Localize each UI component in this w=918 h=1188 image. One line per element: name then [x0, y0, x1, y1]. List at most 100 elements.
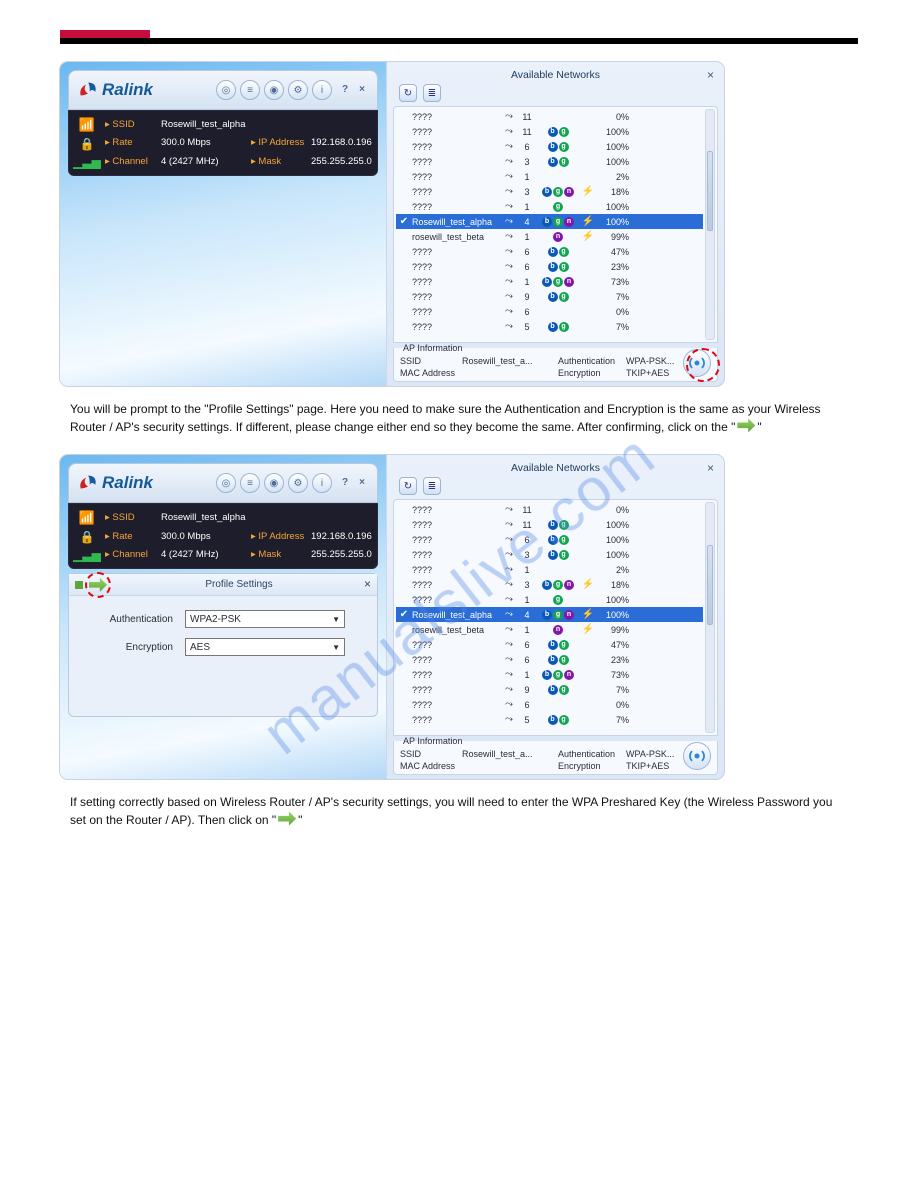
ip-value: 192.168.0.196	[311, 137, 395, 148]
network-row[interactable]: ????⤳3bg100%	[396, 154, 703, 169]
network-row[interactable]: ????⤳6bg100%	[396, 532, 703, 547]
signal-icon-2: ▁▃▅	[73, 548, 101, 562]
refresh-icon-2[interactable]: ↻	[399, 477, 417, 495]
network-row[interactable]: ????⤳1bgn73%	[396, 667, 703, 682]
network-row[interactable]: ????⤳9bg7%	[396, 289, 703, 304]
ap-information-panel-2: AP Information SSID Rosewill_test_a... A…	[393, 736, 718, 775]
mask-value: 255.255.255.0	[311, 156, 395, 167]
networks-table-2: ????⤳110%????⤳11bg100%????⤳6bg100%????⤳3…	[393, 499, 718, 736]
profile-close-icon[interactable]: ×	[364, 577, 371, 591]
auth-label: Authentication	[93, 614, 173, 625]
network-row[interactable]: ????⤳12%	[396, 169, 703, 184]
toolbar-btn-3[interactable]: ◉	[264, 80, 284, 100]
channel-label: Channel	[112, 156, 147, 167]
next-arrow-icon[interactable]	[89, 578, 107, 592]
ip-label: IP Address	[258, 137, 304, 148]
network-row[interactable]: ????⤳1bgn73%	[396, 274, 703, 289]
network-row[interactable]: ????⤳6bg47%	[396, 637, 703, 652]
connect-button-2[interactable]	[683, 742, 711, 770]
profile-settings-title: Profile Settings	[107, 579, 371, 590]
ralink-logo-2: Ralink	[77, 472, 153, 494]
help-button[interactable]: ?	[338, 83, 352, 97]
screenshot-1: Ralink ◎ ≡ ◉ ⚙ i ? × 📶 🔒 ▁▃▅	[60, 62, 724, 386]
antenna-icon: 📶	[79, 117, 95, 133]
connect-button[interactable]	[683, 349, 711, 377]
network-row[interactable]: ????⤳12%	[396, 562, 703, 577]
header-black-bar	[60, 38, 858, 44]
network-row[interactable]: ????⤳11bg100%	[396, 517, 703, 532]
status-panel: 📶 🔒 ▁▃▅ ▸ SSID Rosewill_test_alpha ▸ Rat…	[68, 110, 378, 176]
ralink-brand-2: Ralink	[102, 473, 153, 493]
network-row[interactable]: ✔Rosewill_test_alpha⤳4bgn⚡100%	[396, 214, 703, 229]
mask-label: Mask	[258, 156, 281, 167]
profile-settings-panel: Profile Settings × Authentication WPA2-P…	[68, 573, 378, 717]
ssid-value: Rosewill_test_alpha	[161, 119, 395, 130]
toolbar-btn-5[interactable]: i	[312, 80, 332, 100]
networks-scrollbar-2[interactable]	[705, 502, 715, 733]
signal-icon: ▁▃▅	[73, 155, 101, 169]
back-square-icon[interactable]	[75, 581, 83, 589]
toolbar-btn-4b[interactable]: ⚙	[288, 473, 308, 493]
channel-value: 4 (2427 MHz)	[161, 156, 251, 167]
apinfo-auth-label: Authentication	[558, 356, 626, 366]
network-row[interactable]: ????⤳110%	[396, 109, 703, 124]
network-row[interactable]: ????⤳60%	[396, 304, 703, 319]
networks-table: ????⤳110%????⤳11bg100%????⤳6bg100%????⤳3…	[393, 106, 718, 343]
network-row[interactable]: ????⤳3bgn⚡18%	[396, 577, 703, 592]
network-row[interactable]: ????⤳6bg100%	[396, 139, 703, 154]
close-button[interactable]: ×	[355, 83, 369, 97]
toolbar-btn-2[interactable]: ≡	[240, 80, 260, 100]
network-row[interactable]: ????⤳60%	[396, 697, 703, 712]
network-row[interactable]: ????⤳6bg47%	[396, 244, 703, 259]
ap-information-panel: AP Information SSID Rosewill_test_a... A…	[393, 343, 718, 382]
arrow-icon	[737, 418, 755, 432]
available-networks-title-2: Available Networks	[393, 459, 718, 477]
panel-close-icon[interactable]: ×	[707, 68, 714, 82]
network-row[interactable]: ????⤳11bg100%	[396, 124, 703, 139]
apinfo-enc-label: Encryption	[558, 368, 626, 378]
apinfo-ssid-label: SSID	[400, 356, 462, 366]
apinfo-mac-value	[462, 368, 558, 378]
ralink-titlebar: Ralink ◎ ≡ ◉ ⚙ i ? ×	[68, 70, 378, 110]
available-networks-title: Available Networks	[393, 66, 718, 84]
network-row[interactable]: ????⤳6bg23%	[396, 259, 703, 274]
ralink-brand: Ralink	[102, 80, 153, 100]
network-row[interactable]: ????⤳9bg7%	[396, 682, 703, 697]
toolbar-btn-5b[interactable]: i	[312, 473, 332, 493]
ralink-titlebar-2: Ralink ◎ ≡ ◉ ⚙ i ? ×	[68, 463, 378, 503]
enc-label: Encryption	[93, 642, 173, 653]
toolbar-btn-2b[interactable]: ≡	[240, 473, 260, 493]
network-row[interactable]: ✔Rosewill_test_alpha⤳4bgn⚡100%	[396, 607, 703, 622]
network-row[interactable]: ????⤳6bg23%	[396, 652, 703, 667]
close-button-2[interactable]: ×	[355, 476, 369, 490]
toolbar-btn-4[interactable]: ⚙	[288, 80, 308, 100]
network-row[interactable]: ????⤳5bg7%	[396, 319, 703, 334]
list-icon-2[interactable]: ≣	[423, 477, 441, 495]
arrow-icon-2	[278, 812, 296, 826]
network-row[interactable]: ????⤳1g100%	[396, 592, 703, 607]
status-panel-2: 📶 🔒 ▁▃▅ ▸ SSID Rosewill_test_alpha ▸ Rat…	[68, 503, 378, 569]
rate-value: 300.0 Mbps	[161, 137, 251, 148]
instruction-text-1: You will be prompt to the "Profile Setti…	[70, 400, 848, 437]
toolbar-btn-1[interactable]: ◎	[216, 80, 236, 100]
auth-select[interactable]: WPA2-PSK▼	[185, 610, 345, 628]
network-row[interactable]: ????⤳5bg7%	[396, 712, 703, 727]
list-icon[interactable]: ≣	[423, 84, 441, 102]
network-row[interactable]: rosewill_test_beta⤳1n⚡99%	[396, 622, 703, 637]
lock-icon-2: 🔒	[80, 530, 95, 544]
toolbar-btn-1b[interactable]: ◎	[216, 473, 236, 493]
apinfo-ssid-value: Rosewill_test_a...	[462, 356, 558, 366]
network-row[interactable]: ????⤳3bg100%	[396, 547, 703, 562]
network-row[interactable]: ????⤳110%	[396, 502, 703, 517]
lock-icon: 🔒	[80, 137, 95, 151]
network-row[interactable]: ????⤳1g100%	[396, 199, 703, 214]
network-row[interactable]: rosewill_test_beta⤳1n⚡99%	[396, 229, 703, 244]
enc-select[interactable]: AES▼	[185, 638, 345, 656]
toolbar-btn-3b[interactable]: ◉	[264, 473, 284, 493]
panel-close-icon-2[interactable]: ×	[707, 461, 714, 475]
help-button-2[interactable]: ?	[338, 476, 352, 490]
network-row[interactable]: ????⤳3bgn⚡18%	[396, 184, 703, 199]
networks-scrollbar[interactable]	[705, 109, 715, 340]
ssid-label: SSID	[112, 119, 134, 130]
refresh-icon[interactable]: ↻	[399, 84, 417, 102]
